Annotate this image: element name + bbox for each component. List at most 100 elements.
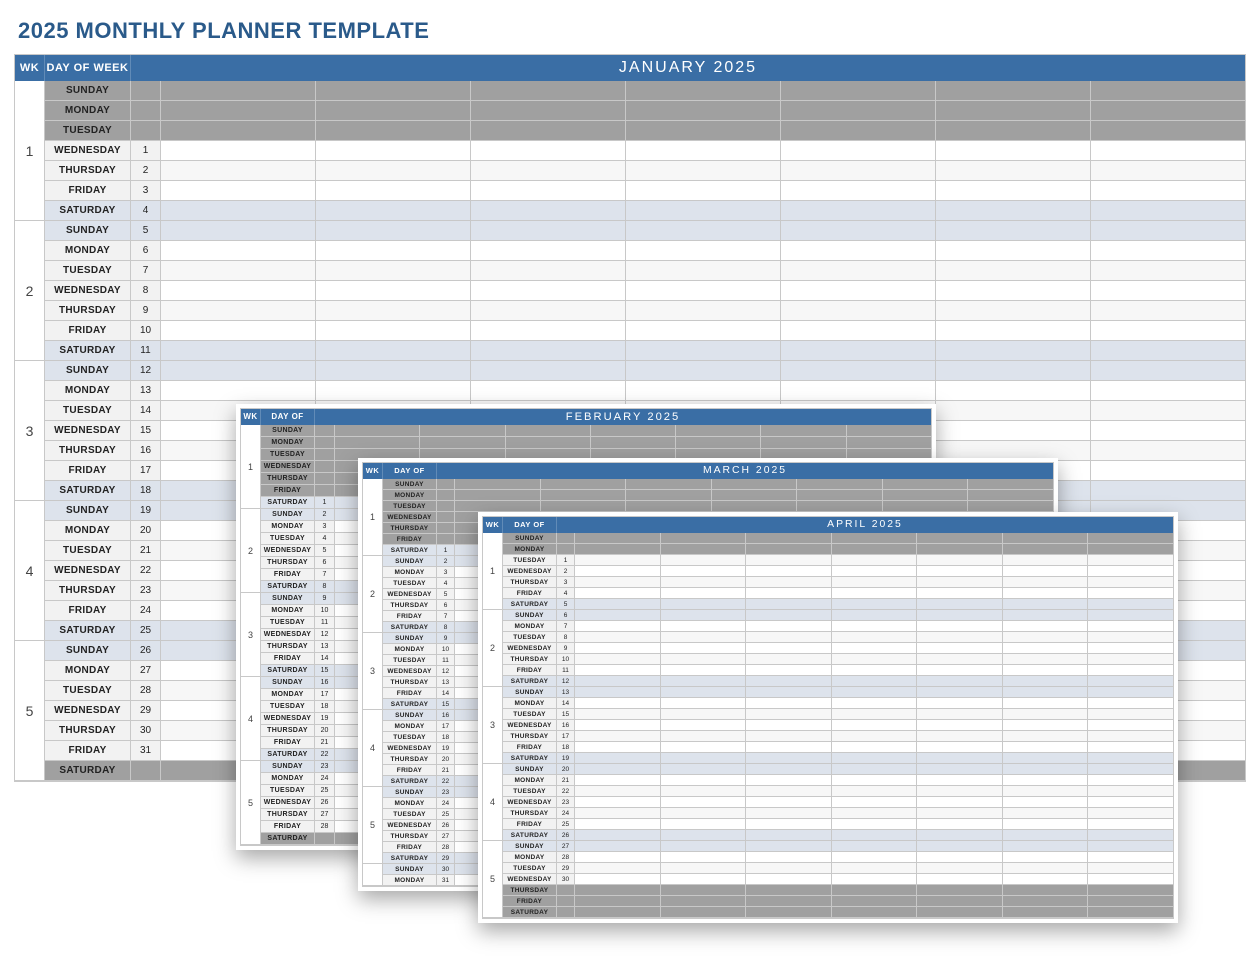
planner-cell[interactable] bbox=[661, 643, 747, 653]
planner-cell[interactable] bbox=[661, 632, 747, 642]
planner-cell[interactable] bbox=[917, 698, 1003, 708]
planner-cell[interactable] bbox=[1003, 863, 1089, 873]
planner-cell[interactable] bbox=[746, 885, 832, 895]
planner-cell[interactable] bbox=[832, 544, 918, 554]
planner-cell[interactable] bbox=[936, 341, 1091, 360]
planner-cell[interactable] bbox=[626, 341, 781, 360]
planner-cell[interactable] bbox=[575, 841, 661, 851]
planner-cell[interactable] bbox=[471, 221, 626, 240]
planner-cell[interactable] bbox=[575, 863, 661, 873]
planner-cell[interactable] bbox=[575, 544, 661, 554]
planner-cell[interactable] bbox=[712, 490, 798, 500]
planner-cell[interactable] bbox=[471, 321, 626, 340]
planner-cell[interactable] bbox=[832, 698, 918, 708]
planner-cell[interactable] bbox=[575, 643, 661, 653]
planner-cell[interactable] bbox=[1088, 731, 1173, 741]
planner-cell[interactable] bbox=[161, 361, 316, 380]
planner-cell[interactable] bbox=[917, 643, 1003, 653]
planner-cell[interactable] bbox=[832, 577, 918, 587]
planner-cell[interactable] bbox=[1088, 621, 1173, 631]
planner-cell[interactable] bbox=[591, 425, 676, 436]
planner-cell[interactable] bbox=[832, 764, 918, 774]
planner-cell[interactable] bbox=[917, 709, 1003, 719]
planner-cell[interactable] bbox=[1088, 632, 1173, 642]
planner-cell[interactable] bbox=[626, 141, 781, 160]
planner-cell[interactable] bbox=[746, 610, 832, 620]
planner-cell[interactable] bbox=[917, 720, 1003, 730]
planner-cell[interactable] bbox=[575, 599, 661, 609]
planner-cell[interactable] bbox=[676, 437, 761, 448]
planner-cell[interactable] bbox=[917, 808, 1003, 818]
planner-cell[interactable] bbox=[746, 896, 832, 906]
planner-cell[interactable] bbox=[917, 896, 1003, 906]
planner-cell[interactable] bbox=[746, 764, 832, 774]
planner-cell[interactable] bbox=[883, 479, 969, 489]
planner-cell[interactable] bbox=[936, 381, 1091, 400]
planner-cell[interactable] bbox=[1088, 676, 1173, 686]
planner-cell[interactable] bbox=[1091, 281, 1245, 300]
planner-cell[interactable] bbox=[1003, 764, 1089, 774]
planner-cell[interactable] bbox=[917, 665, 1003, 675]
planner-cell[interactable] bbox=[161, 221, 316, 240]
planner-cell[interactable] bbox=[661, 797, 747, 807]
planner-cell[interactable] bbox=[575, 753, 661, 763]
planner-cell[interactable] bbox=[161, 321, 316, 340]
planner-cell[interactable] bbox=[781, 321, 936, 340]
planner-cell[interactable] bbox=[832, 863, 918, 873]
planner-cell[interactable] bbox=[936, 101, 1091, 120]
planner-cell[interactable] bbox=[746, 643, 832, 653]
planner-cell[interactable] bbox=[1003, 775, 1089, 785]
planner-cell[interactable] bbox=[746, 654, 832, 664]
planner-cell[interactable] bbox=[1091, 381, 1245, 400]
planner-cell[interactable] bbox=[471, 141, 626, 160]
planner-cell[interactable] bbox=[575, 808, 661, 818]
planner-cell[interactable] bbox=[541, 479, 627, 489]
planner-cell[interactable] bbox=[626, 321, 781, 340]
planner-cell[interactable] bbox=[746, 577, 832, 587]
planner-cell[interactable] bbox=[316, 301, 471, 320]
planner-cell[interactable] bbox=[661, 588, 747, 598]
planner-cell[interactable] bbox=[626, 281, 781, 300]
planner-cell[interactable] bbox=[917, 610, 1003, 620]
planner-cell[interactable] bbox=[1003, 720, 1089, 730]
planner-cell[interactable] bbox=[936, 261, 1091, 280]
planner-cell[interactable] bbox=[575, 555, 661, 565]
planner-cell[interactable] bbox=[661, 533, 747, 543]
planner-cell[interactable] bbox=[781, 341, 936, 360]
planner-cell[interactable] bbox=[661, 841, 747, 851]
planner-cell[interactable] bbox=[575, 588, 661, 598]
planner-cell[interactable] bbox=[1003, 808, 1089, 818]
planner-cell[interactable] bbox=[316, 161, 471, 180]
planner-cell[interactable] bbox=[936, 201, 1091, 220]
planner-cell[interactable] bbox=[661, 896, 747, 906]
planner-cell[interactable] bbox=[1003, 698, 1089, 708]
planner-cell[interactable] bbox=[1003, 896, 1089, 906]
planner-cell[interactable] bbox=[420, 437, 505, 448]
planner-cell[interactable] bbox=[917, 533, 1003, 543]
planner-cell[interactable] bbox=[1003, 907, 1089, 917]
planner-cell[interactable] bbox=[1088, 544, 1173, 554]
planner-cell[interactable] bbox=[455, 490, 541, 500]
planner-cell[interactable] bbox=[832, 610, 918, 620]
planner-cell[interactable] bbox=[471, 181, 626, 200]
planner-cell[interactable] bbox=[917, 654, 1003, 664]
planner-cell[interactable] bbox=[1088, 720, 1173, 730]
planner-cell[interactable] bbox=[781, 81, 936, 100]
planner-cell[interactable] bbox=[1088, 742, 1173, 752]
planner-cell[interactable] bbox=[661, 753, 747, 763]
planner-cell[interactable] bbox=[832, 676, 918, 686]
planner-cell[interactable] bbox=[917, 742, 1003, 752]
planner-cell[interactable] bbox=[936, 321, 1091, 340]
planner-cell[interactable] bbox=[161, 201, 316, 220]
planner-cell[interactable] bbox=[917, 599, 1003, 609]
planner-cell[interactable] bbox=[316, 281, 471, 300]
planner-cell[interactable] bbox=[1003, 643, 1089, 653]
planner-cell[interactable] bbox=[1088, 599, 1173, 609]
planner-cell[interactable] bbox=[832, 687, 918, 697]
planner-cell[interactable] bbox=[1091, 161, 1245, 180]
planner-cell[interactable] bbox=[661, 863, 747, 873]
planner-cell[interactable] bbox=[575, 566, 661, 576]
planner-cell[interactable] bbox=[161, 141, 316, 160]
planner-cell[interactable] bbox=[575, 742, 661, 752]
planner-cell[interactable] bbox=[746, 621, 832, 631]
